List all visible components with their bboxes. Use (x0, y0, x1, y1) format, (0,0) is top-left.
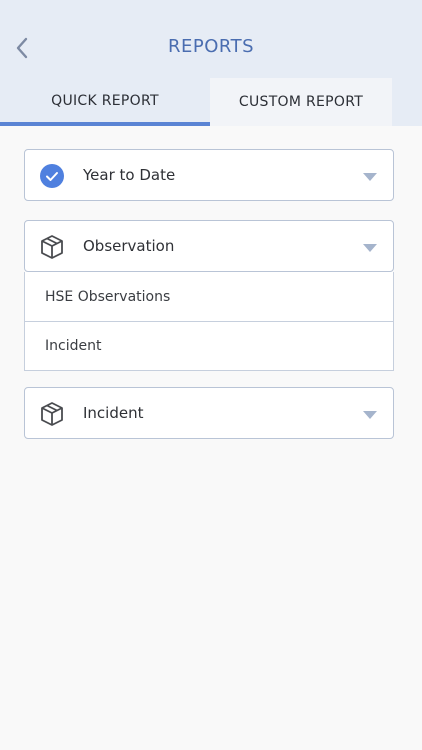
type-dropdown[interactable]: Incident (24, 387, 394, 439)
tab-quick-report[interactable]: QUICK REPORT (0, 78, 210, 126)
category-dropdown-label: Observation (83, 237, 175, 255)
tab-custom-report[interactable]: CUSTOM REPORT (210, 78, 392, 126)
page-title: REPORTS (167, 36, 255, 57)
caret-down-icon (363, 244, 377, 252)
option-hse-observations[interactable]: HSE Observations (25, 272, 393, 321)
category-options-list: HSE Observations Incident (24, 272, 394, 371)
type-dropdown-label: Incident (83, 404, 144, 422)
period-dropdown[interactable]: Year to Date (24, 149, 394, 201)
caret-down-icon (363, 411, 377, 419)
app-header: REPORTS (0, 0, 422, 78)
category-dropdown[interactable]: Observation (24, 220, 394, 272)
box-icon (41, 402, 63, 426)
caret-down-icon (363, 173, 377, 181)
period-dropdown-label: Year to Date (83, 166, 176, 184)
box-icon (41, 235, 63, 259)
report-tabs: QUICK REPORT CUSTOM REPORT (0, 78, 422, 126)
check-circle-icon (40, 164, 64, 188)
option-incident[interactable]: Incident (25, 321, 393, 370)
tab-bar-edge (392, 78, 422, 126)
